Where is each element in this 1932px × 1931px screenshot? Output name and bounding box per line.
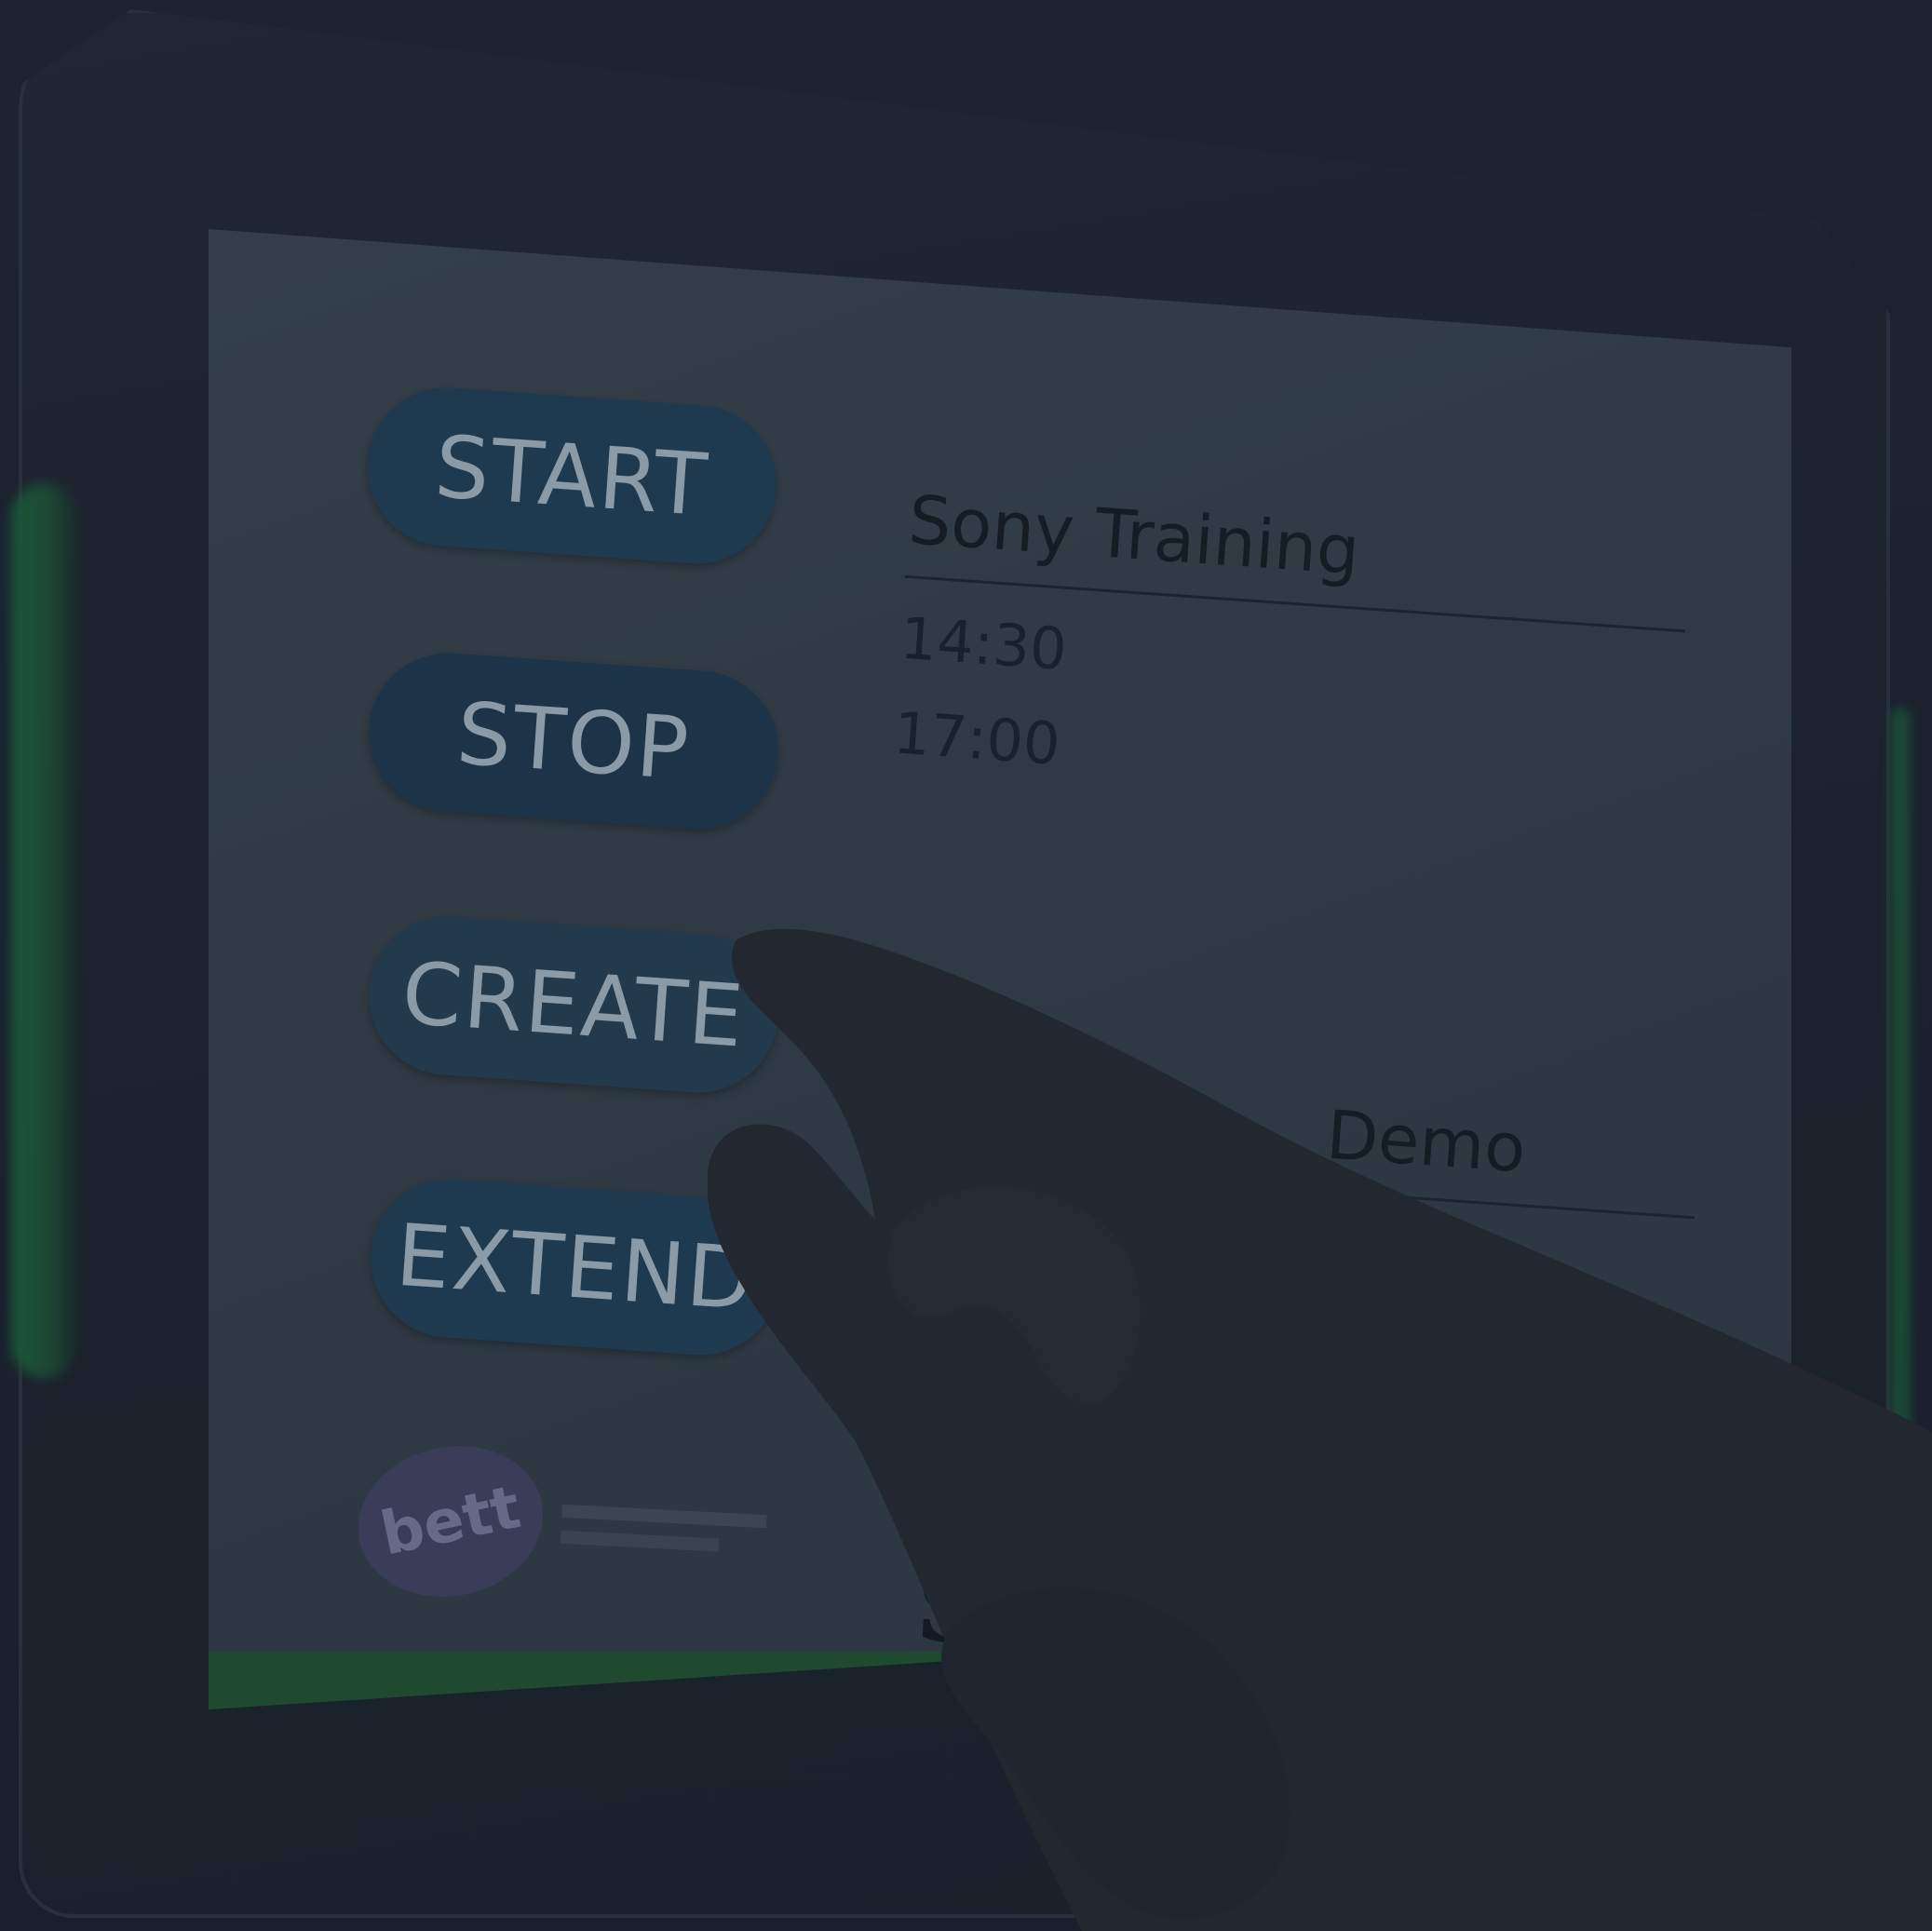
meeting-title: Sony Training <box>904 480 1692 633</box>
meeting-entry-next: Demo 17:1 <box>908 1067 1701 1314</box>
bett-event-details <box>559 1499 786 1584</box>
extend-button[interactable]: EXTEND <box>365 1173 786 1361</box>
meeting-entry-current: Sony Training 14:30 17:00 <box>891 480 1692 823</box>
stop-button[interactable]: STOP <box>363 647 784 835</box>
blurred-text-lines <box>560 1504 767 1552</box>
meeting-title: Demo <box>913 1067 1701 1220</box>
bett-logo: bett <box>344 1428 558 1614</box>
scene: START STOP CREATE EXTEND Sony Training 1… <box>0 0 1932 1931</box>
touch-screen: START STOP CREATE EXTEND Sony Training 1… <box>209 229 1791 1709</box>
start-button[interactable]: START <box>361 382 782 570</box>
status-led-left <box>11 484 76 1378</box>
status-led-right <box>1890 708 1911 1434</box>
create-button[interactable]: CREATE <box>363 911 784 1099</box>
